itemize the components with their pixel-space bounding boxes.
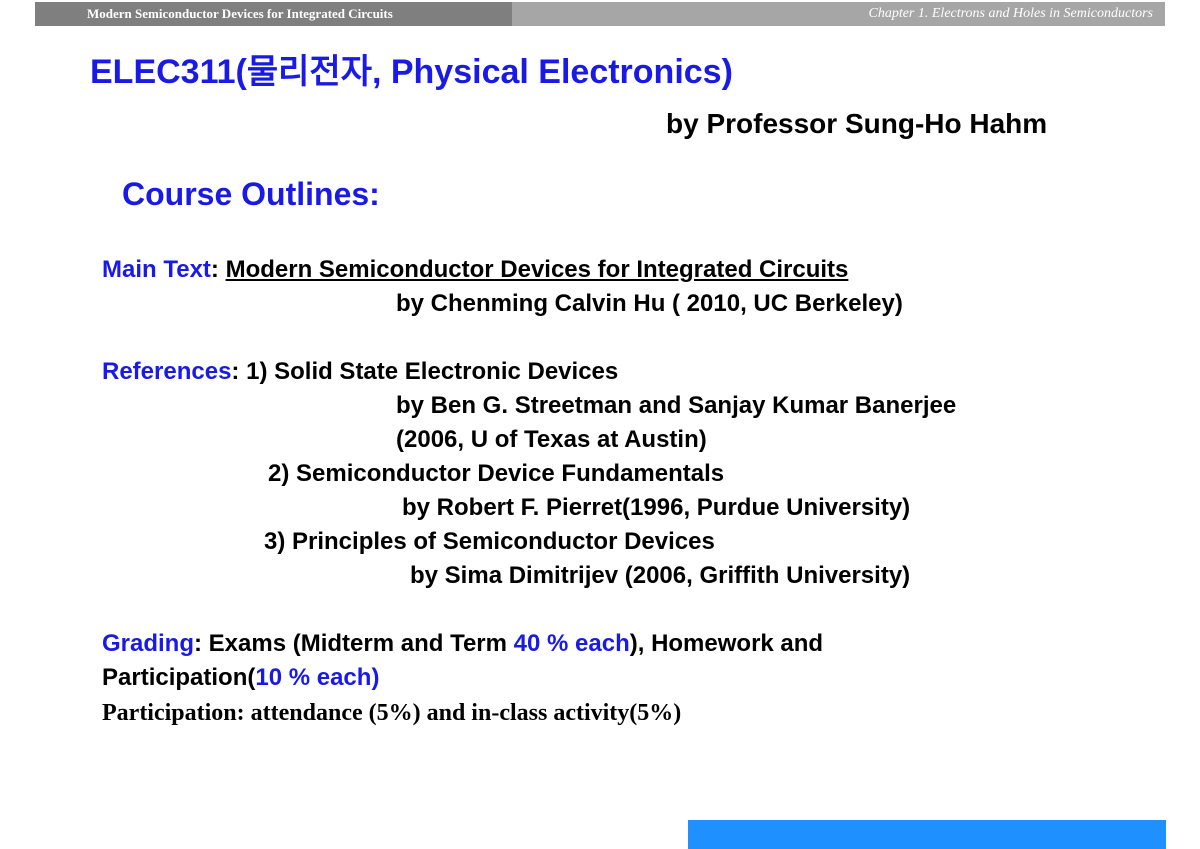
professor-name: by Professor Sung-Ho Hahm: [666, 108, 1048, 139]
grading-text-1: : Exams (Midterm and Term: [194, 630, 514, 657]
grading-exams-pct: 40 % each: [513, 630, 630, 657]
grading-text-4: ): [371, 664, 380, 691]
header-chapter-title: Chapter 1. Electrons and Holes in Semico…: [512, 2, 1165, 26]
header-bar: Modern Semiconductor Devices for Integra…: [35, 2, 1165, 26]
grading-line-2: Participation(10 % each): [102, 664, 379, 692]
reference-1-title: 1) Solid State Electronic Devices: [246, 358, 619, 385]
main-text-line: Main Text: Modern Semiconductor Devices …: [102, 256, 848, 284]
reference-1-author: by Ben G. Streetman and Sanjay Kumar Ban…: [396, 392, 957, 419]
header-course-title: Modern Semiconductor Devices for Integra…: [35, 2, 512, 26]
reference-1-year: (2006, U of Texas at Austin): [396, 426, 707, 453]
course-outlines-heading: Course Outlines:: [122, 176, 380, 212]
grading-text-2: ), Homework and: [629, 630, 824, 657]
reference-3-title: 3) Principles of Semiconductor Devices: [264, 528, 715, 555]
main-text-author: by Chenming Calvin Hu ( 2010, UC Berkele…: [396, 290, 903, 317]
reference-2-author: by Robert F. Pierret(1996, Purdue Univer…: [402, 494, 911, 521]
reference-1-line: References: 1) Solid State Electronic De…: [102, 358, 618, 386]
grading-label: Grading: [102, 630, 195, 657]
references-label: References: [102, 358, 232, 385]
page-title: ELEC311(물리전자, Physical Electronics): [90, 53, 733, 91]
participation-note: Participation: attendance (5%) and in-cl…: [102, 700, 682, 726]
main-text-label: Main Text: [102, 256, 211, 283]
main-text-book-title: Modern Semiconductor Devices for Integra…: [225, 256, 849, 283]
grading-hw-pct: 10 % each: [255, 664, 372, 691]
grading-text-3: Participation(: [102, 664, 256, 691]
reference-2-title: 2) Semiconductor Device Fundamentals: [268, 460, 725, 487]
reference-3-author: by Sima Dimitrijev (2006, Griffith Unive…: [410, 562, 911, 589]
footer-bar: [688, 820, 1166, 849]
main-text-colon: :: [210, 256, 219, 283]
grading-line-1: Grading: Exams (Midterm and Term 40 % ea…: [102, 630, 823, 658]
references-colon: :: [231, 358, 240, 385]
